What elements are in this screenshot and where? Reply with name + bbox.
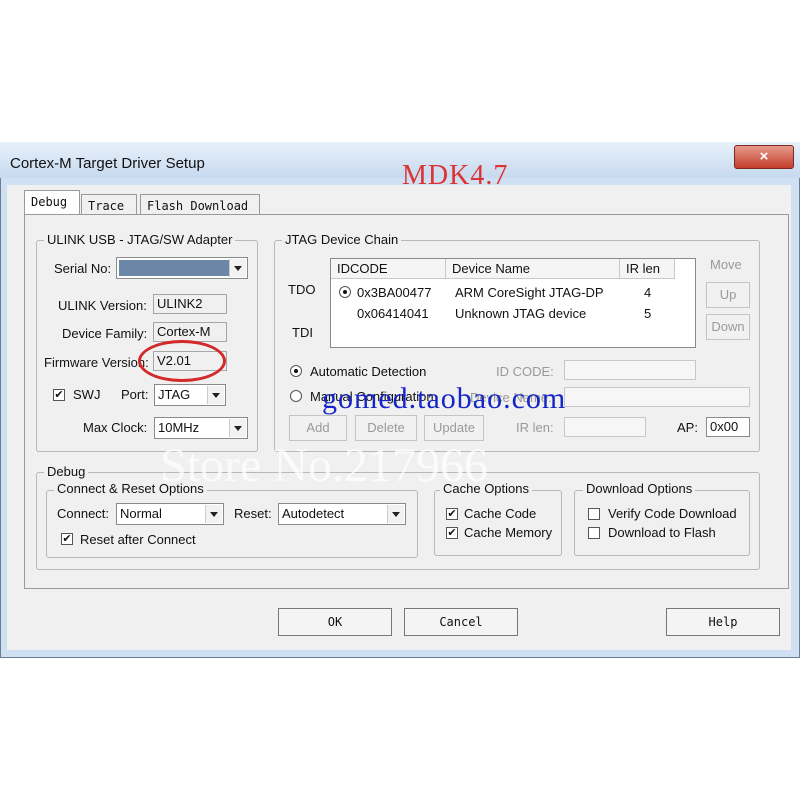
ir-len-field[interactable] [564,417,646,437]
chevron-down-icon [229,259,246,277]
download-options-group-label: Download Options [583,481,696,496]
tab-flash-download[interactable]: Flash Download [140,194,260,216]
swj-label: SWJ [73,387,101,402]
serial-select[interactable] [116,257,248,279]
port-select[interactable]: JTAG [154,384,226,406]
max-clock-select[interactable]: 10MHz [154,417,248,439]
shop-watermark: gomed.taobao.com [322,382,567,415]
connect-select[interactable]: Normal [116,503,224,525]
ulink-version-field: ULINK2 [153,294,227,314]
port-label: Port: [121,387,149,402]
device-name-field[interactable] [564,387,750,407]
connect-value: Normal [120,506,162,521]
jtag-chain-group-label: JTAG Device Chain [282,232,402,247]
column-header-ir-len[interactable]: IR len [620,259,675,279]
automatic-detection-label: Automatic Detection [310,364,427,379]
reset-label: Reset: [234,506,272,521]
red-circle-annotation [138,340,226,382]
row-ir-len: 5 [644,306,652,321]
cache-options-group [434,490,562,556]
close-button[interactable]: × [734,145,794,169]
tdi-label: TDI [292,325,313,340]
firmware-version-label: Firmware Version: [44,355,149,370]
column-header-idcode[interactable]: IDCODE [331,259,446,279]
tdo-label: TDO [288,282,316,297]
connect-label: Connect: [57,506,110,521]
row-ir-len: 4 [644,285,652,300]
tab-trace[interactable]: Trace [81,194,137,216]
table-row[interactable]: 0x06414041 Unknown JTAG device 5 [331,303,693,323]
ap-label: AP: [677,420,698,435]
id-code-label: ID CODE: [496,364,554,379]
reset-after-connect-checkbox[interactable]: ✔ [61,533,73,545]
verify-code-download-label: Verify Code Download [608,506,737,521]
max-clock-value: 10MHz [158,420,200,435]
device-family-field: Cortex-M [153,322,227,342]
store-watermark: Store No.217966 [160,439,488,492]
max-clock-label: Max Clock: [83,420,148,435]
window-title: Cortex-M Target Driver Setup [10,155,205,172]
reset-after-connect-label: Reset after Connect [80,532,196,547]
table-row[interactable]: 0x3BA00477 ARM CoreSight JTAG-DP 4 [331,282,693,302]
row-device-name: ARM CoreSight JTAG-DP [455,285,604,300]
verify-code-download-checkbox[interactable] [588,508,600,520]
mdk-annotation: MDK4.7 [402,160,509,191]
cache-code-label: Cache Code [464,506,537,521]
chevron-down-icon [229,419,246,437]
ok-button[interactable]: OK [278,608,392,636]
chevron-down-icon [387,505,404,523]
serial-label: Serial No: [54,261,112,276]
move-down-button[interactable]: Down [706,314,750,340]
selected-row-icon [339,286,351,298]
serial-selected-highlight [119,260,229,276]
automatic-detection-radio[interactable] [290,365,302,377]
port-value: JTAG [158,387,191,402]
device-family-label: Device Family: [62,326,148,341]
tab-debug[interactable]: Debug [24,190,80,215]
adapter-group-label: ULINK USB - JTAG/SW Adapter [44,232,236,247]
cancel-button[interactable]: Cancel [404,608,518,636]
swj-checkbox[interactable]: ✔ [53,389,65,401]
cache-memory-checkbox[interactable]: ✔ [446,527,458,539]
cache-memory-label: Cache Memory [464,525,553,540]
column-header-device-name[interactable]: Device Name [446,259,620,279]
chevron-down-icon [205,505,222,523]
id-code-field[interactable] [564,360,696,380]
row-idcode: 0x06414041 [357,306,429,321]
download-to-flash-checkbox[interactable] [588,527,600,539]
reset-value: Autodetect [282,506,345,521]
chevron-down-icon [207,386,224,404]
manual-configuration-radio[interactable] [290,390,302,402]
move-up-button[interactable]: Up [706,282,750,308]
download-to-flash-label: Download to Flash [608,525,716,540]
row-device-name: Unknown JTAG device [455,306,587,321]
debug-group-label: Debug [44,464,89,479]
download-options-group [574,490,750,556]
move-label: Move [710,257,742,272]
ulink-version-label: ULINK Version: [58,298,147,313]
reset-select[interactable]: Autodetect [278,503,406,525]
help-button[interactable]: Help [666,608,780,636]
cache-code-checkbox[interactable]: ✔ [446,508,458,520]
ir-len-label: IR len: [516,420,554,435]
row-idcode: 0x3BA00477 [357,285,432,300]
ap-field[interactable]: 0x00 [706,417,750,437]
